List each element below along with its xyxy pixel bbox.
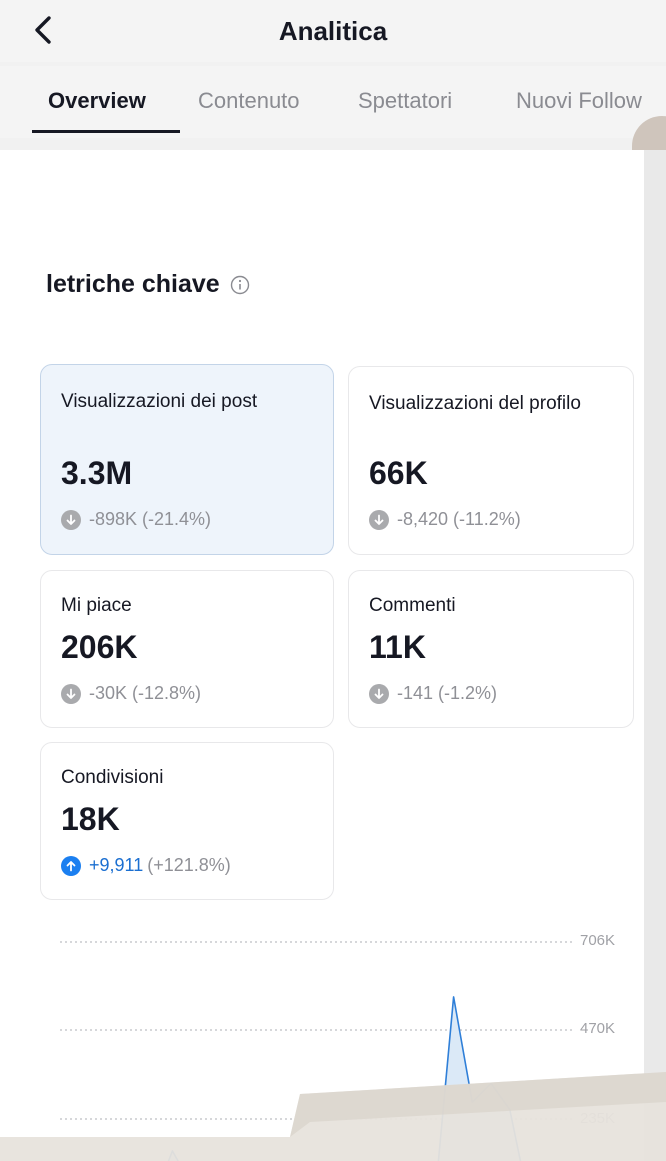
metric-value: 66K (369, 455, 428, 491)
y-tick-label: 235K (580, 1110, 616, 1127)
metric-value: 206K (61, 629, 138, 665)
key-metrics-title: letriche chiave (46, 270, 220, 298)
arrow-down-circle-icon (61, 509, 81, 530)
metric-card-post-views[interactable]: Visualizzazioni dei post 3.3M -898K (-21… (40, 364, 334, 555)
tab-overview[interactable]: Overview (48, 88, 146, 114)
metric-label: Mi piace (61, 595, 132, 616)
metric-delta-text: -898K (-21.4%) (89, 509, 212, 529)
arrow-down-circle-icon (369, 683, 389, 704)
app-header: Analitica (0, 0, 666, 62)
metric-delta: -141 (-1.2%) (369, 683, 497, 704)
metric-delta: -30K (-12.8%) (61, 683, 201, 704)
tab-spettatori[interactable]: Spettatori (358, 88, 452, 114)
chart-canvas (60, 941, 572, 1161)
y-tick-label: 706K (580, 932, 616, 949)
key-metrics-heading: letriche chiave (46, 270, 250, 299)
metric-label: Commenti (369, 595, 456, 616)
metric-label: Condivisioni (61, 767, 164, 788)
arrow-up-circle-icon (61, 855, 81, 876)
metric-value: 3.3M (61, 455, 133, 491)
arrow-down-circle-icon (61, 683, 81, 704)
views-trend-chart[interactable]: 706K 470K 235K (0, 920, 644, 1161)
metric-label: Visualizzazioni del profilo (369, 393, 581, 414)
metric-card-profile-views[interactable]: Visualizzazioni del profilo 66K -8,420 (… (348, 366, 634, 555)
metric-delta: -898K (-21.4%) (61, 509, 211, 530)
active-tab-indicator (32, 130, 180, 133)
metric-delta-text: -141 (-1.2%) (397, 683, 498, 703)
metric-delta-text: -30K (-12.8%) (89, 683, 202, 703)
metric-card-shares[interactable]: Condivisioni 18K +9,911 (+121.8%) (40, 742, 334, 900)
metric-delta-text: -8,420 (-11.2%) (397, 509, 521, 529)
arrow-down-circle-icon (369, 509, 389, 530)
background-edge (644, 150, 666, 1161)
metric-delta-value: +9,911 (89, 855, 144, 875)
analytics-screen: Analitica Overview Contenuto Spettatori … (0, 0, 666, 1161)
metric-card-likes[interactable]: Mi piace 206K -30K (-12.8%) (40, 570, 334, 728)
metric-label: Visualizzazioni dei post (61, 391, 258, 412)
metric-delta: -8,420 (-11.2%) (369, 509, 521, 530)
metric-delta: +9,911 (+121.8%) (61, 855, 231, 876)
tab-nuovi-follower[interactable]: Nuovi Follow (516, 88, 642, 114)
chart-area-fill (168, 996, 521, 1161)
metric-value: 18K (61, 801, 120, 837)
tab-bar: Overview Contenuto Spettatori Nuovi Foll… (0, 66, 666, 138)
page-title: Analitica (278, 16, 388, 46)
y-tick-label: 470K (580, 1020, 616, 1037)
tab-contenuto[interactable]: Contenuto (198, 88, 300, 114)
info-circle-icon[interactable] (230, 275, 250, 295)
metric-card-comments[interactable]: Commenti 11K -141 (-1.2%) (348, 570, 634, 728)
metric-value: 11K (369, 629, 426, 665)
metric-delta-percent: (+121.8%) (147, 855, 231, 875)
